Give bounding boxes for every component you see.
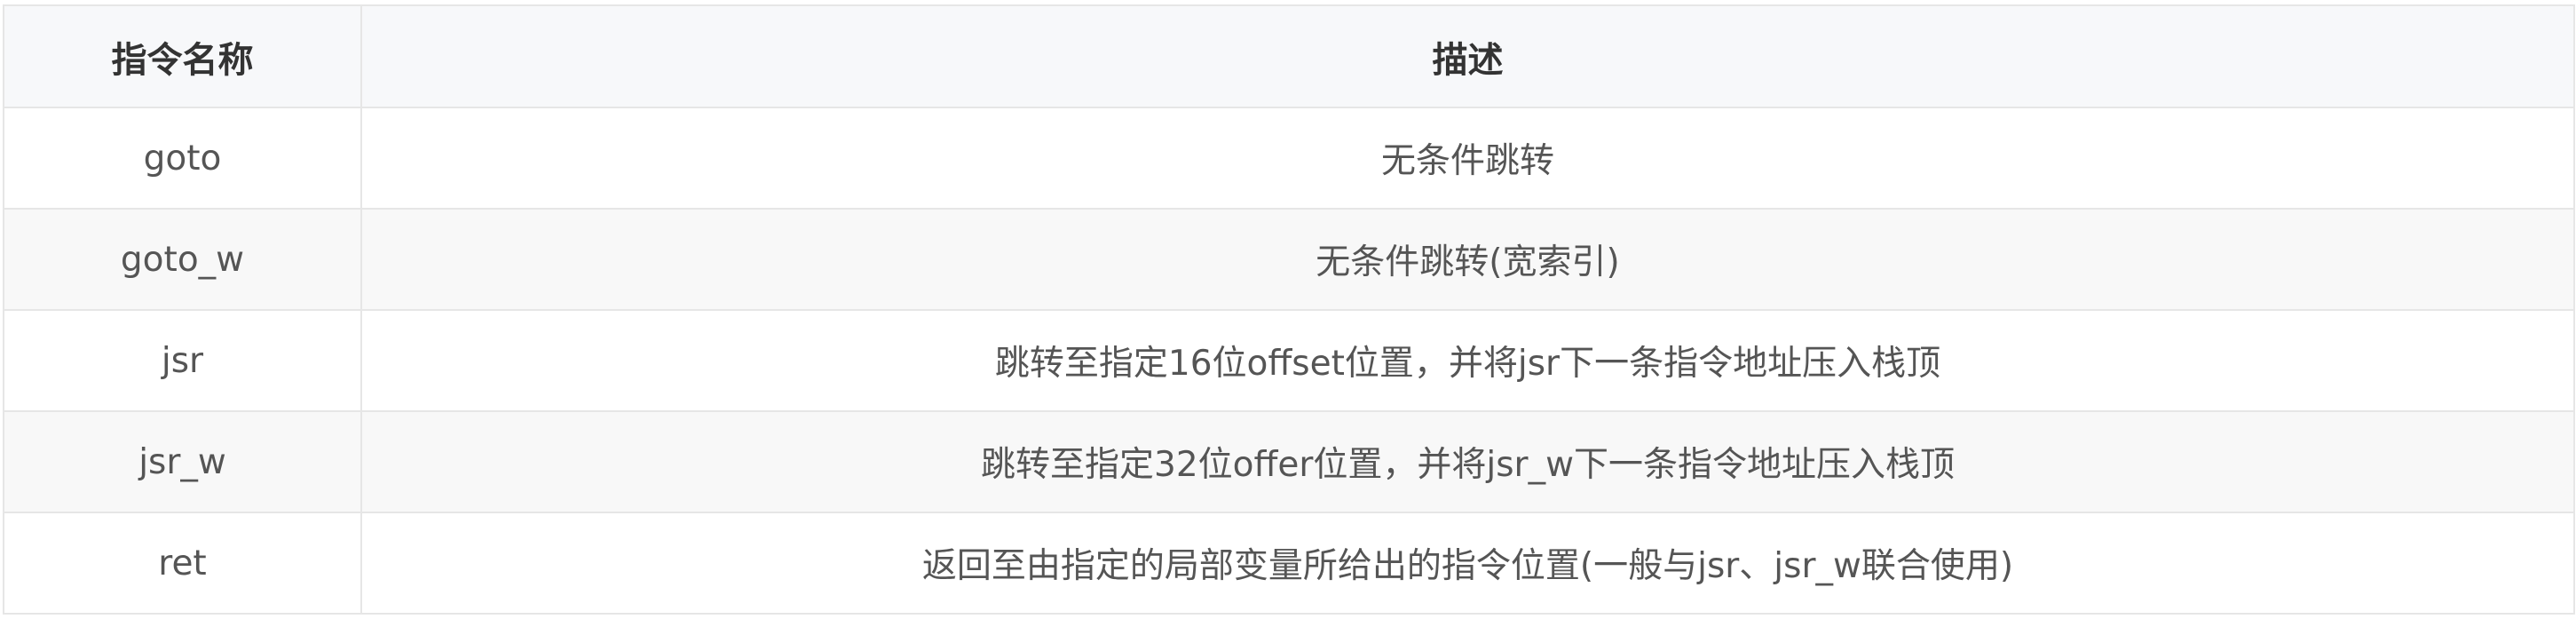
instruction-name-cell: jsr	[3, 309, 362, 412]
header-instruction-name: 指令名称	[3, 4, 362, 108]
instruction-name-cell: ret	[3, 512, 362, 615]
description-cell: 返回至由指定的局部变量所给出的指令位置(一般与jsr、jsr_w联合使用)	[360, 512, 2575, 615]
instruction-table: 指令名称 描述 goto 无条件跳转 goto_w 无条件跳转(宽索引) jsr…	[3, 4, 2575, 615]
description-cell: 跳转至指定16位offset位置，并将jsr下一条指令地址压入栈顶	[360, 309, 2575, 412]
description-cell: 跳转至指定32位offer位置，并将jsr_w下一条指令地址压入栈顶	[360, 410, 2575, 513]
table-body: goto 无条件跳转 goto_w 无条件跳转(宽索引) jsr 跳转至指定16…	[3, 107, 2575, 615]
instruction-name-cell: jsr_w	[3, 410, 362, 513]
description-cell: 无条件跳转	[360, 107, 2575, 210]
header-row: 指令名称 描述	[3, 4, 2575, 108]
description-cell: 无条件跳转(宽索引)	[360, 208, 2575, 311]
table-row: goto 无条件跳转	[3, 107, 2575, 210]
instruction-name-cell: goto	[3, 107, 362, 210]
table-header: 指令名称 描述	[3, 4, 2575, 108]
table-row: jsr_w 跳转至指定32位offer位置，并将jsr_w下一条指令地址压入栈顶	[3, 410, 2575, 513]
table-row: goto_w 无条件跳转(宽索引)	[3, 208, 2575, 311]
header-description: 描述	[360, 4, 2575, 108]
table-row: jsr 跳转至指定16位offset位置，并将jsr下一条指令地址压入栈顶	[3, 309, 2575, 412]
table-row: ret 返回至由指定的局部变量所给出的指令位置(一般与jsr、jsr_w联合使用…	[3, 512, 2575, 615]
instruction-name-cell: goto_w	[3, 208, 362, 311]
